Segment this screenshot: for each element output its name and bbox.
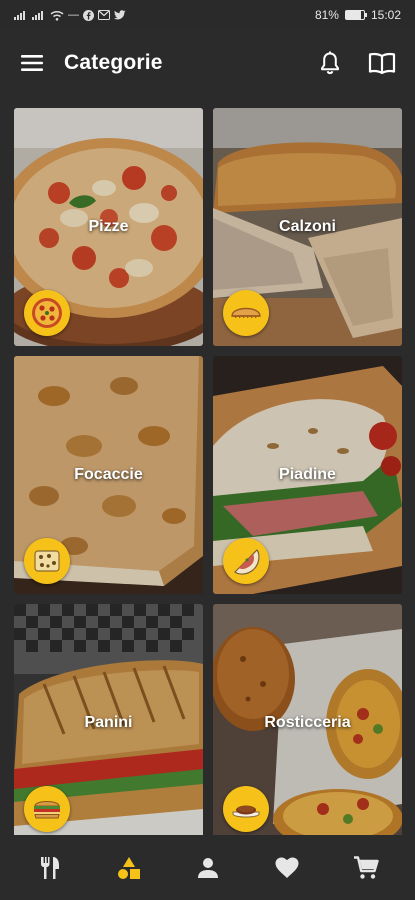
sandwich-icon: [34, 800, 60, 819]
bottom-nav: [0, 835, 415, 900]
category-card-calzoni[interactable]: Calzoni: [213, 108, 402, 346]
page-title: Categorie: [64, 51, 163, 74]
category-label: Focaccie: [74, 466, 143, 483]
heart-icon: [275, 857, 298, 878]
piadina-icon: [234, 549, 260, 575]
nav-profile[interactable]: [186, 846, 230, 890]
category-card-panini[interactable]: Panini: [14, 604, 203, 842]
menu-book-button[interactable]: [367, 48, 397, 78]
category-card-rosticceria[interactable]: Rosticceria: [213, 604, 402, 842]
fork-knife-icon: [40, 856, 59, 879]
nav-cart[interactable]: [344, 846, 388, 890]
category-badge: [24, 290, 70, 336]
battery-percent: 81%: [314, 8, 339, 22]
menu-icon: [21, 55, 43, 71]
category-label: Piadine: [279, 466, 336, 483]
cart-icon: [353, 855, 379, 879]
focaccia-icon: [34, 550, 60, 572]
category-card-piadine[interactable]: Piadine: [213, 356, 402, 594]
nav-favorites[interactable]: [265, 846, 309, 890]
category-badge: [24, 786, 70, 832]
person-icon: [197, 857, 218, 878]
twitter-icon: [114, 10, 126, 20]
category-badge: [223, 786, 269, 832]
clock: 15:02: [370, 8, 401, 22]
app-actions: [315, 48, 397, 78]
wifi-icon: [50, 10, 64, 21]
category-label: Pizze: [88, 218, 129, 235]
category-card-pizze[interactable]: Pizze: [14, 108, 203, 346]
category-badge: [223, 290, 269, 336]
book-icon: [368, 52, 396, 75]
notifications-button[interactable]: [315, 48, 345, 78]
pizza-icon: [32, 298, 62, 328]
battery-icon: [344, 10, 367, 20]
status-icons: —: [14, 8, 126, 21]
signal-icon: [32, 11, 43, 20]
dash-icon: —: [68, 8, 79, 21]
shapes-icon: [117, 856, 140, 879]
category-badge: [223, 538, 269, 584]
app-bar: Categorie: [0, 30, 415, 96]
category-badge: [24, 538, 70, 584]
gmail-icon: [98, 10, 110, 20]
category-label: Calzoni: [279, 218, 336, 235]
bell-icon: [321, 51, 339, 75]
nav-menu[interactable]: [28, 846, 72, 890]
category-grid: Pizze Calzoni Focaccie Piadine Panini Ro…: [14, 108, 402, 842]
status-right: 81% 15:02: [315, 8, 401, 22]
category-card-focaccie[interactable]: Focaccie: [14, 356, 203, 594]
category-label: Panini: [84, 714, 133, 731]
battery-level: [345, 11, 361, 19]
menu-button[interactable]: [18, 49, 46, 77]
rosticceria-icon: [232, 805, 260, 818]
signal-icon: [14, 11, 25, 20]
status-bar: — 81% 15:02: [0, 0, 415, 30]
facebook-icon: [83, 9, 94, 21]
calzone-icon: [231, 307, 261, 319]
nav-categories[interactable]: [107, 846, 151, 890]
category-label: Rosticceria: [264, 714, 351, 731]
